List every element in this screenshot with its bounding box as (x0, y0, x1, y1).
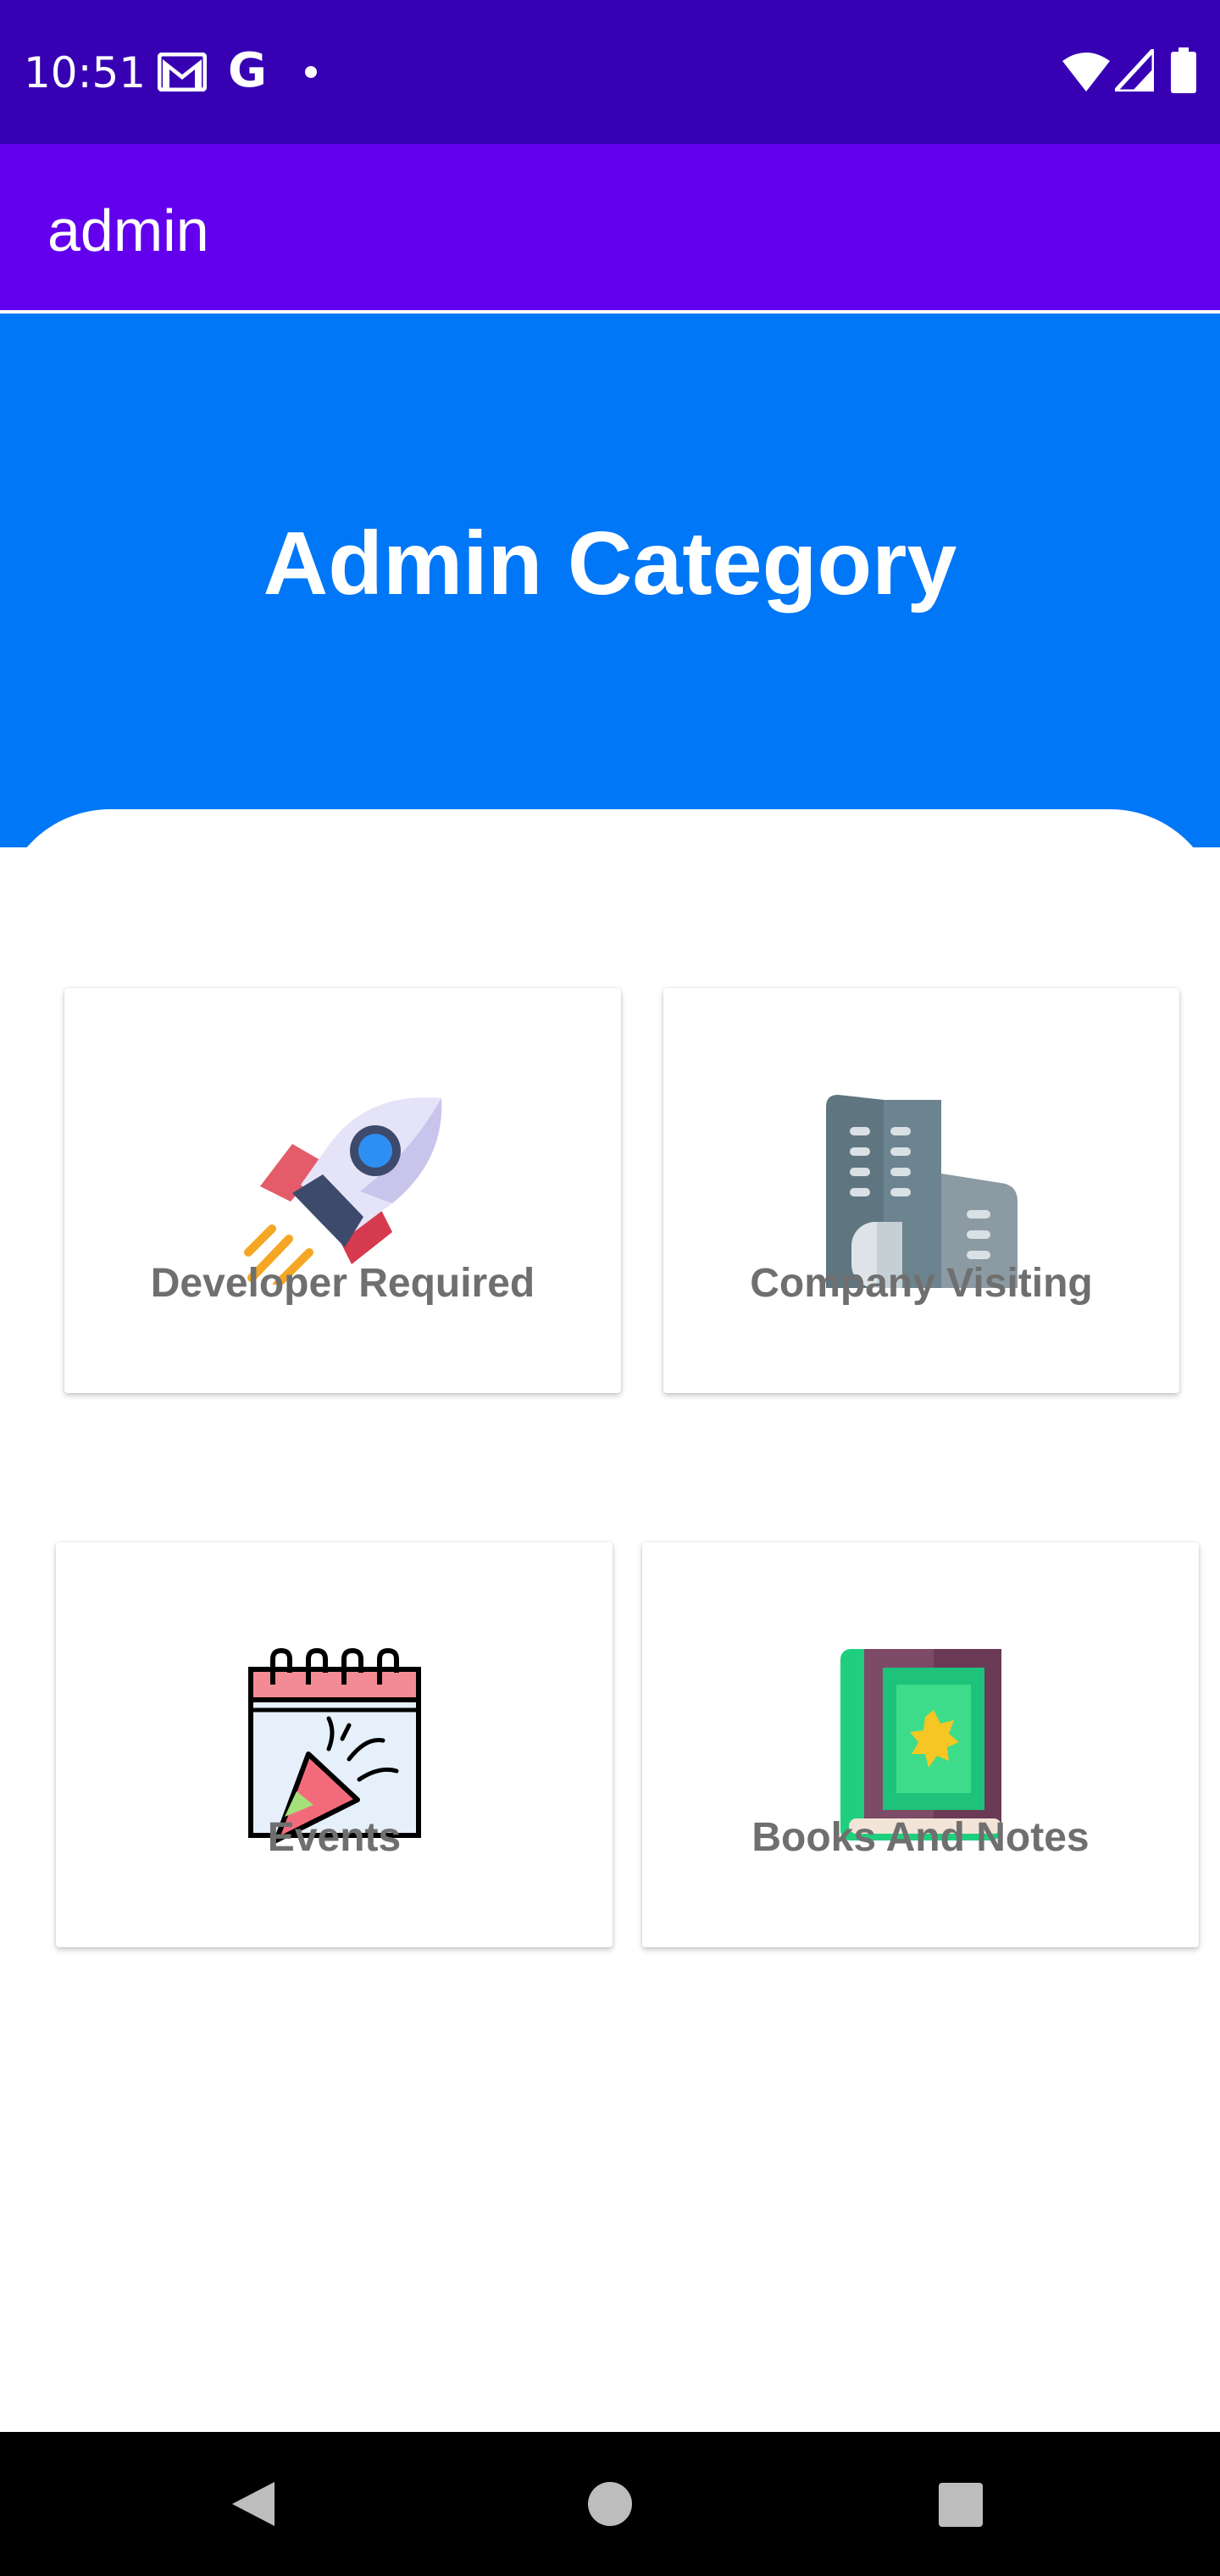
back-icon[interactable] (203, 2432, 305, 2576)
book-icon (840, 1649, 1001, 1840)
app-bar: admin (0, 144, 1220, 312)
screen: 10:51 G admin Admin Category Developer R… (0, 0, 1220, 2576)
category-label: Events (267, 1815, 402, 1860)
category-label: Books And Notes (751, 1815, 1090, 1860)
gmail-icon (158, 53, 207, 92)
category-card-events[interactable]: Events (56, 1542, 613, 1947)
category-card-books-and-notes[interactable]: Books And Notes (642, 1542, 1199, 1947)
rocket-icon (243, 1097, 441, 1285)
category-card-developer-required[interactable]: Developer Required (64, 988, 621, 1393)
recents-icon[interactable] (910, 2432, 1012, 2576)
category-label: Company Visiting (750, 1261, 1093, 1306)
wifi-icon (1062, 53, 1110, 92)
signal-icon (1115, 49, 1154, 92)
status-bar: 10:51 G (0, 0, 1220, 144)
notification-dot-icon (305, 66, 317, 78)
home-icon[interactable] (559, 2432, 661, 2576)
header-panel: Admin Category (0, 314, 1220, 847)
category-card-company-visiting[interactable]: Company Visiting (663, 988, 1179, 1393)
app-title: admin (47, 197, 209, 264)
page-title: Admin Category (263, 514, 957, 613)
status-time: 10:51 (24, 48, 147, 97)
google-icon: G (228, 43, 267, 98)
battery-icon (1171, 47, 1196, 93)
navigation-bar (0, 2432, 1220, 2576)
category-label: Developer Required (150, 1261, 535, 1306)
